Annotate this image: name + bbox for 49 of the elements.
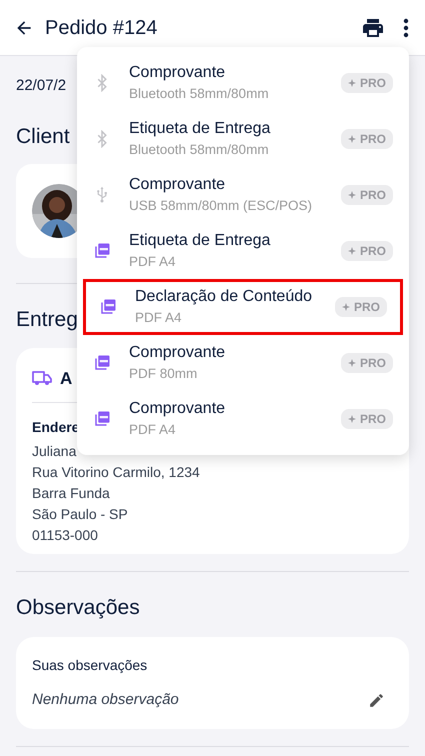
section-heading: Client <box>16 124 70 150</box>
pro-badge: PRO <box>340 129 393 149</box>
item-title: Etiqueta de Entrega <box>129 231 272 251</box>
order-date: 22/07/2 <box>16 76 66 96</box>
item-title: Declaração de Conteúdo <box>135 287 314 307</box>
section-heading: Observações <box>16 594 141 620</box>
delivery-method: A <box>60 368 72 390</box>
pro-badge: PRO <box>340 409 393 429</box>
pdf-file-icon <box>99 298 117 316</box>
item-title: Etiqueta de Entrega <box>129 119 272 139</box>
item-title: Comprovante <box>129 343 226 363</box>
menu-item[interactable]: Declaração de Conteúdo PDF A4 PRO <box>83 279 403 335</box>
item-title: Comprovante <box>129 175 226 195</box>
address-line: Juliana <box>32 442 78 461</box>
menu-item[interactable]: Comprovante PDF 80mm PRO <box>77 335 409 391</box>
menu-item[interactable]: Comprovante PDF A4 PRO <box>77 391 409 447</box>
menu-item[interactable]: Comprovante USB 58mm/80mm (ESC/POS) PRO <box>77 167 409 223</box>
menu-item[interactable]: Etiqueta de Entrega PDF A4 PRO <box>77 223 409 279</box>
item-subtitle: PDF A4 <box>129 253 177 271</box>
truck-icon <box>32 370 52 386</box>
more-options-icon[interactable] <box>403 18 409 38</box>
item-subtitle: Bluetooth 58mm/80mm <box>129 85 270 103</box>
pro-badge: PRO <box>340 353 393 373</box>
address-label: Endere <box>32 418 80 437</box>
item-subtitle: Bluetooth 58mm/80mm <box>129 141 270 159</box>
item-subtitle: USB 58mm/80mm (ESC/POS) <box>129 197 314 215</box>
item-title: Comprovante <box>129 399 226 419</box>
pro-badge: PRO <box>340 185 393 205</box>
address-line: 01153-000 <box>32 526 99 545</box>
item-subtitle: PDF A4 <box>129 421 177 439</box>
pro-badge: PRO <box>334 297 387 317</box>
pro-badge: PRO <box>340 73 393 93</box>
page-title: Pedido #124 <box>45 16 158 40</box>
pdf-file-icon <box>93 242 111 260</box>
menu-item[interactable]: Comprovante Bluetooth 58mm/80mm PRO <box>77 55 409 111</box>
item-subtitle: PDF A4 <box>135 309 183 327</box>
notes-text: Nenhuma observação <box>32 690 179 710</box>
pdf-file-icon <box>93 354 111 372</box>
item-title: Comprovante <box>129 63 226 83</box>
pdf-file-icon <box>93 410 111 428</box>
pro-badge: PRO <box>340 241 393 261</box>
section-heading: Entreg <box>16 307 78 333</box>
edit-pencil-icon[interactable] <box>368 692 385 709</box>
menu-item[interactable]: Etiqueta de Entrega Bluetooth 58mm/80mm PRO <box>77 111 409 167</box>
notes-label: Suas observações <box>32 656 148 675</box>
address-line: Rua Vitorino Carmilo, 1234 <box>32 463 201 482</box>
address-line: Barra Funda <box>32 484 111 503</box>
item-subtitle: PDF 80mm <box>129 365 198 383</box>
address-line: São Paulo - SP <box>32 505 129 524</box>
